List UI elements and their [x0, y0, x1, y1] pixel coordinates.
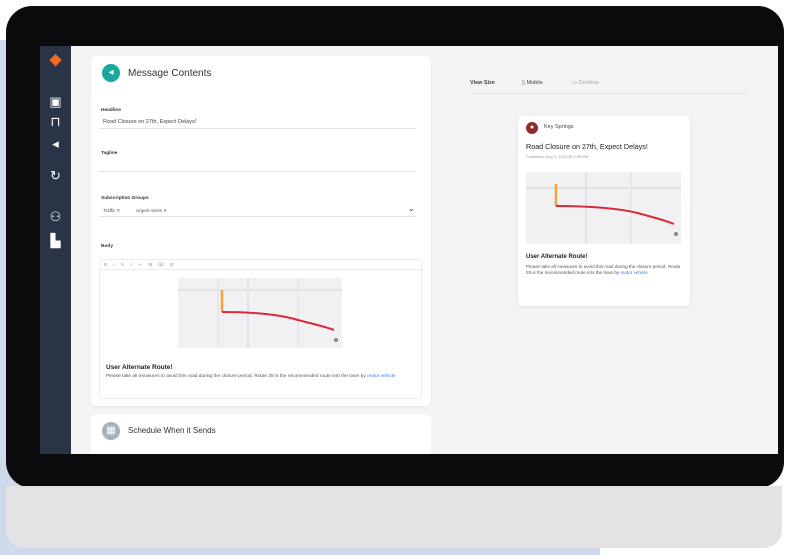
lock-icon[interactable]: ⊓: [47, 114, 64, 129]
body-label: Body: [101, 244, 113, 249]
motor-vehicle-link[interactable]: motor vehicle: [621, 270, 648, 275]
logo-pin-icon[interactable]: ⬥: [47, 50, 64, 68]
monitor-chin: [6, 486, 782, 548]
view-size-label: View Size: [470, 80, 495, 86]
sidebar: ⬥ ▣ ⊓ ◂ ↻ ⚇ ▙: [40, 46, 71, 454]
calendar-icon: ▦: [102, 422, 120, 440]
body-editor[interactable]: B I S ≡ ∞ ⊞ ⌧ ⊟ User Alternate Route! Pl…: [99, 259, 422, 399]
tagline-label: Tagline: [101, 151, 118, 156]
preview-body-paragraph: Please take all measures to avoid this r…: [526, 264, 681, 275]
megaphone-icon[interactable]: ◂: [47, 136, 64, 151]
route-map-image: [178, 278, 342, 348]
tagline-input[interactable]: [99, 159, 416, 172]
app-screen: ⬥ ▣ ⊓ ◂ ↻ ⚇ ▙ ◂ Message Contents Headlin…: [40, 46, 778, 454]
subscription-groups-select[interactable]: Traffic ✕ Urgent Alerts ✕: [99, 204, 416, 217]
preview-headline: Road Closure on 27th, Expect Delays!: [526, 142, 648, 151]
sender-avatar: ●: [526, 122, 538, 134]
id-card-icon[interactable]: ▣: [47, 94, 64, 109]
subscription-groups-label: Subscription Groups: [101, 196, 149, 201]
group-chip[interactable]: Traffic ✕: [103, 204, 120, 217]
headline-input[interactable]: Road Closure on 27th, Expect Delays!: [99, 116, 416, 129]
schedule-card[interactable]: ▦ Schedule When it Sends: [91, 414, 431, 454]
message-contents-card: ◂ Message Contents Headline Road Closure…: [91, 56, 431, 406]
tab-mobile[interactable]: ▯ Mobile: [522, 80, 543, 86]
tab-desktop[interactable]: ▭ Desktop: [572, 80, 599, 86]
route-map-image: [526, 172, 681, 244]
preview-body-heading: User Alternate Route!: [526, 254, 588, 260]
mobile-preview-card: ● Key Springs Road Closure on 27th, Expe…: [518, 116, 690, 306]
headline-label: Headline: [101, 108, 121, 113]
published-date: Published: Aug 3, 2023 @ 3:08 PM: [526, 154, 589, 159]
group-chip[interactable]: Urgent Alerts ✕: [136, 204, 167, 217]
megaphone-icon: ◂: [102, 64, 120, 82]
monitor-icon: ▭: [572, 80, 578, 86]
body-paragraph: Please take all measures to avoid this r…: [106, 374, 396, 379]
chevron-down-icon[interactable]: ⌄: [408, 204, 415, 213]
sender-name: Key Springs: [544, 124, 574, 130]
body-heading: User Alternate Route!: [106, 364, 173, 371]
refresh-icon[interactable]: ↻: [47, 168, 64, 183]
section-title: Message Contents: [128, 68, 212, 79]
chart-icon[interactable]: ▙: [47, 233, 64, 248]
preview-view-size: View Size ▯ Mobile ▭ Desktop: [470, 74, 748, 94]
schedule-title: Schedule When it Sends: [128, 426, 216, 435]
people-icon[interactable]: ⚇: [47, 209, 64, 224]
motor-vehicle-link[interactable]: motor vehicle: [367, 374, 396, 379]
format-toolbar[interactable]: B I S ≡ ∞ ⊞ ⌧ ⊟: [100, 260, 421, 270]
phone-icon: ▯: [522, 80, 526, 86]
